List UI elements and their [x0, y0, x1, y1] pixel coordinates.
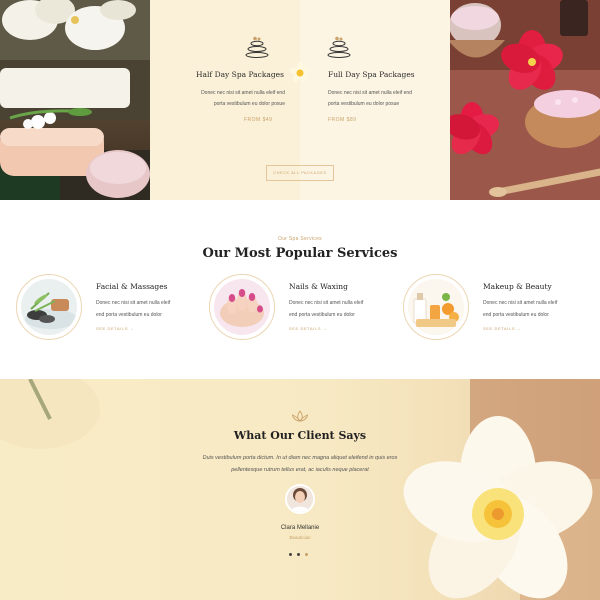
service-card-facial: Facial & Massages Donec nec nisi sit ame…	[16, 274, 206, 344]
client-portrait	[287, 486, 313, 512]
avatar	[285, 484, 315, 514]
testimonial-author-role: Beautician	[289, 535, 311, 540]
package-description-line: Donec nec nisi sit amet nulla eleif end	[201, 90, 285, 96]
service-description: Donec nec nisi sit amet nulla eleif end …	[96, 297, 206, 321]
facial-massage-image	[21, 279, 77, 335]
hibiscus-salt-photo	[450, 0, 600, 200]
lotus-icon	[291, 410, 309, 422]
package-description-line: Donec nec nisi sit amet nulla eleif end	[328, 90, 412, 96]
package-price: FROM $49	[244, 117, 273, 123]
carousel-dot-1[interactable]	[289, 553, 292, 556]
packages-section: Half Day Spa Packages Full Day Spa Packa…	[0, 0, 600, 200]
facial-massage-illustration	[21, 279, 77, 335]
service-title[interactable]: Facial & Massages	[96, 282, 168, 291]
spa-soap-illustration	[0, 0, 150, 200]
nails-illustration	[214, 279, 270, 335]
service-description-line: end porta vestibulum eu dolor	[483, 312, 549, 318]
spa-stones-icon	[245, 36, 269, 58]
service-description-line: Donec nec nisi sit amet nulla eleif	[483, 300, 558, 306]
see-details-link[interactable]: SEE DETAILS →	[483, 326, 521, 331]
see-details-link[interactable]: SEE DETAILS →	[96, 326, 134, 331]
package-description: Donec nec nisi sit amet nulla eleif end …	[175, 88, 285, 110]
service-description-line: Donec nec nisi sit amet nulla eleif	[289, 300, 364, 306]
service-description-line: end porta vestibulum eu dolor	[289, 312, 355, 318]
spa-soap-photo	[0, 0, 150, 200]
services-heading: Our Most Popular Services	[202, 246, 398, 261]
testimonials-section: What Our Client Says Duis vestibulum por…	[0, 379, 600, 600]
carousel-pagination	[289, 553, 308, 556]
service-description: Donec nec nisi sit amet nulla eleif end …	[289, 297, 399, 321]
service-description-line: Donec nec nisi sit amet nulla eleif	[96, 300, 171, 306]
service-description-line: end porta vestibulum eu dolor	[96, 312, 162, 318]
testimonial-author-name: Clara Mellanie	[280, 525, 320, 531]
see-details-link[interactable]: SEE DETAILS →	[289, 326, 327, 331]
package-price: FROM $89	[328, 117, 357, 123]
package-description: Donec nec nisi sit amet nulla eleif end …	[328, 88, 438, 110]
hibiscus-illustration	[450, 0, 600, 200]
service-image-frame	[209, 274, 275, 340]
makeup-beauty-image	[408, 279, 464, 335]
service-description: Donec nec nisi sit amet nulla eleif end …	[483, 297, 593, 321]
check-all-packages-button[interactable]: CHECK ALL PACKAGES	[266, 165, 334, 181]
service-card-nails: Nails & Waxing Donec nec nisi sit amet n…	[209, 274, 399, 344]
package-description-line: porta vestibulum eu dolor posue	[213, 101, 285, 107]
testimonial-quote-line: Duis vestibulum porta dictum. In ut diam…	[202, 455, 398, 461]
package-title[interactable]: Full Day Spa Packages	[328, 70, 415, 79]
carousel-dot-2[interactable]	[297, 553, 300, 556]
spa-stones-icon	[327, 36, 351, 58]
service-title[interactable]: Makeup & Beauty	[483, 282, 552, 291]
nails-waxing-image	[214, 279, 270, 335]
makeup-products-illustration	[408, 279, 464, 335]
testimonial-quote-line: pellentesque rutrum tellus erat, ac iacu…	[231, 467, 369, 473]
service-image-frame	[16, 274, 82, 340]
package-description-line: porta vestibulum eu dolor posue	[328, 101, 400, 107]
package-title[interactable]: Half Day Spa Packages	[196, 70, 284, 79]
plumeria-flower-icon	[289, 62, 311, 83]
service-title[interactable]: Nails & Waxing	[289, 282, 348, 291]
testimonials-heading: What Our Client Says	[233, 429, 367, 442]
carousel-dot-3[interactable]	[305, 553, 308, 556]
service-card-makeup: Makeup & Beauty Donec nec nisi sit amet …	[403, 274, 593, 344]
services-kicker: Our Spa Services	[278, 236, 322, 242]
testimonial-quote: Duis vestibulum porta dictum. In ut diam…	[170, 452, 430, 476]
service-image-frame	[403, 274, 469, 340]
